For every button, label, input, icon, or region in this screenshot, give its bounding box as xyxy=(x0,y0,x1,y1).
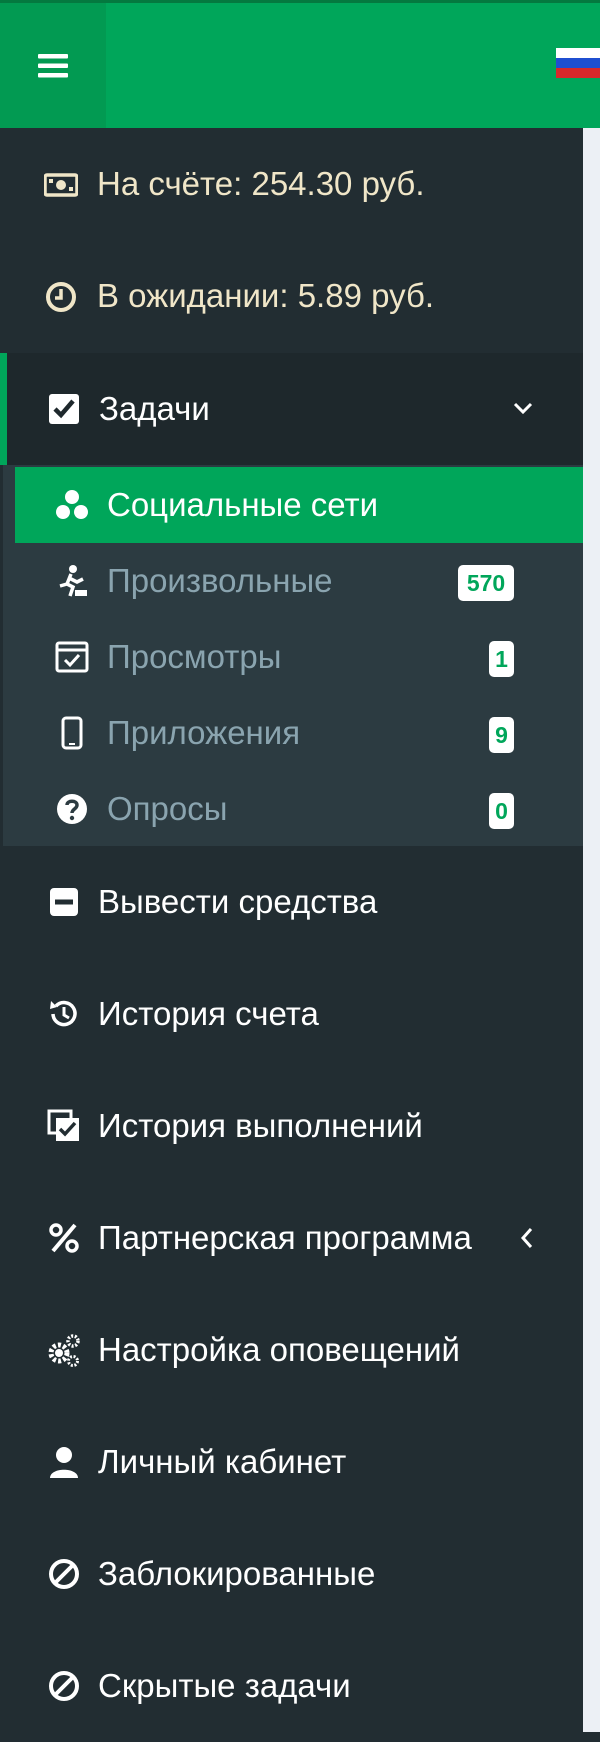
menu-item-completion-history[interactable]: История выполнений xyxy=(0,1070,583,1182)
mobile-icon xyxy=(55,716,89,750)
active-indicator xyxy=(0,353,7,465)
menu-label: История счета xyxy=(98,995,319,1032)
count-badge: 1 xyxy=(489,641,514,677)
submenu-item-polls[interactable]: Опросы 0 xyxy=(15,771,583,847)
menu-label: История выполнений xyxy=(98,1107,423,1144)
percent-icon xyxy=(47,1221,81,1255)
submenu-item-social[interactable]: Социальные сети xyxy=(15,467,583,543)
browser-check-icon xyxy=(55,640,89,674)
hamburger-icon xyxy=(38,53,68,78)
pending-label: В ожидании: 5.89 руб. xyxy=(97,277,435,314)
menu-item-account-history[interactable]: История счета xyxy=(0,958,583,1070)
ban-icon xyxy=(47,1669,81,1703)
money-icon xyxy=(44,168,78,202)
question-icon xyxy=(55,792,89,826)
submenu-item-views[interactable]: Просмотры 1 xyxy=(15,619,583,695)
menu-item-hidden-tasks[interactable]: Скрытые задачи xyxy=(0,1630,583,1742)
tasks-label: Задачи xyxy=(99,390,210,427)
content-area-edge xyxy=(583,128,600,1732)
history-icon xyxy=(47,997,81,1031)
menu-label: Заблокированные xyxy=(98,1555,376,1592)
menu-label: Вывести средства xyxy=(98,883,378,920)
menu-item-notification-settings[interactable]: Настройка оповещений xyxy=(0,1294,583,1406)
tasks-submenu: Социальные сети Произвольные 570 Просмот… xyxy=(3,465,583,846)
cogs-icon xyxy=(47,1333,81,1367)
menu-item-personal-account[interactable]: Личный кабинет xyxy=(0,1406,583,1518)
ban-icon xyxy=(47,1557,81,1591)
menu-item-blocked[interactable]: Заблокированные xyxy=(0,1518,583,1630)
menu-item-withdraw[interactable]: Вывести средства xyxy=(0,846,583,958)
runner-icon xyxy=(55,564,89,598)
sidebar: На счёте: 254.30 руб. В ожидании: 5.89 р… xyxy=(0,128,583,1732)
submenu-item-apps[interactable]: Приложения 9 xyxy=(15,695,583,771)
menu-label: Личный кабинет xyxy=(98,1443,347,1480)
clock-icon xyxy=(44,280,78,314)
balance-label: На счёте: 254.30 руб. xyxy=(97,165,425,202)
submenu-label: Произвольные xyxy=(107,562,333,599)
tasks-menu-toggle[interactable]: Задачи xyxy=(0,353,583,465)
menu-label: Скрытые задачи xyxy=(98,1667,351,1704)
checkbox-icon xyxy=(48,393,80,425)
balance-item: На счёте: 254.30 руб. xyxy=(0,128,583,240)
social-icon xyxy=(55,488,89,522)
minus-square-icon xyxy=(47,885,81,919)
count-badge: 0 xyxy=(489,793,514,829)
count-badge: 9 xyxy=(489,717,514,753)
sidebar-toggle-button[interactable] xyxy=(0,3,106,128)
submenu-label: Просмотры xyxy=(107,638,282,675)
top-navbar xyxy=(0,0,600,128)
chevron-down-icon xyxy=(510,395,536,421)
submenu-label: Социальные сети xyxy=(107,486,379,523)
submenu-label: Опросы xyxy=(107,790,228,827)
count-badge: 570 xyxy=(458,565,514,601)
menu-label: Настройка оповещений xyxy=(98,1331,460,1368)
russia-flag-icon[interactable] xyxy=(556,48,600,78)
menu-label: Партнерская программа xyxy=(98,1219,472,1256)
submenu-item-custom[interactable]: Произвольные 570 xyxy=(15,543,583,619)
chevron-left-icon xyxy=(518,1226,536,1250)
submenu-label: Приложения xyxy=(107,714,301,751)
pending-item: В ожидании: 5.89 руб. xyxy=(0,240,583,352)
user-icon xyxy=(47,1445,81,1479)
done-history-icon xyxy=(47,1109,81,1143)
menu-item-partner-program[interactable]: Партнерская программа xyxy=(0,1182,583,1294)
